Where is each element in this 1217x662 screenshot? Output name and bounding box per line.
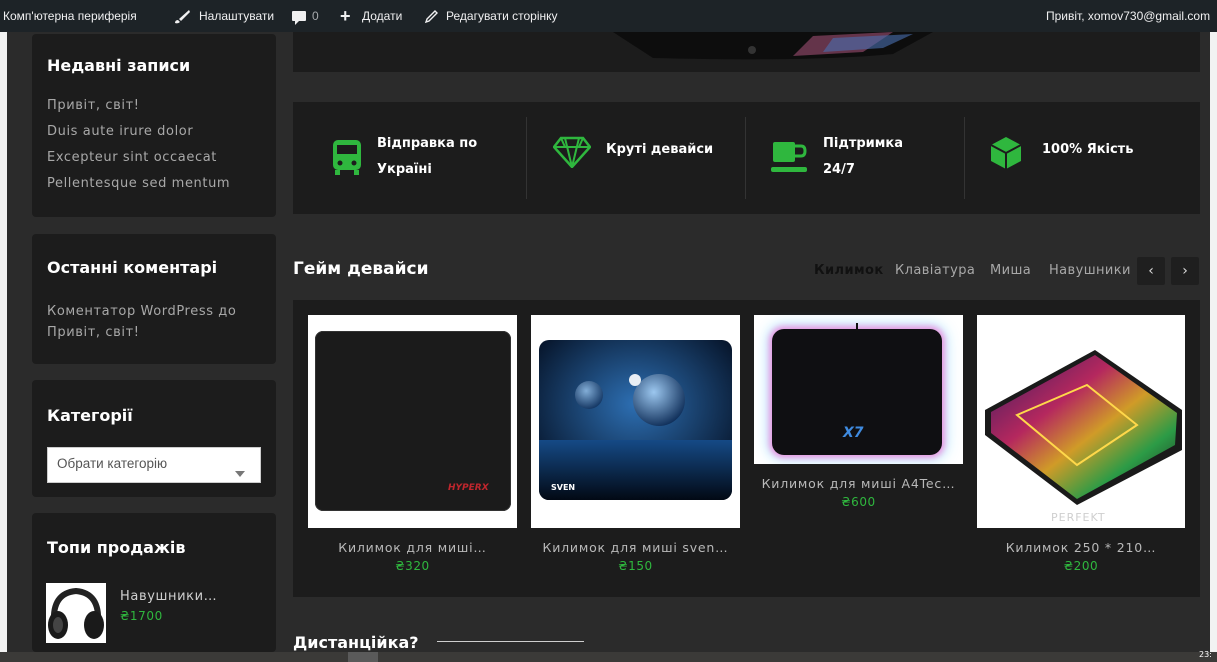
cube-icon	[990, 136, 1022, 174]
customize-link[interactable]: Налаштувати	[199, 0, 274, 32]
comments-count[interactable]: 0	[312, 0, 319, 32]
divider	[526, 117, 527, 199]
product-card[interactable]: X7 Килимок для миші A4Tec… ₴600	[754, 315, 963, 518]
product-image-x7[interactable]: X7	[754, 315, 963, 464]
account-greeting[interactable]: Привіт, xomov730@gmail.com	[1046, 0, 1210, 32]
admin-bar: Комп'ютерна периферія Налаштувати 0 + До…	[0, 0, 1217, 32]
chevron-down-icon	[235, 462, 245, 481]
categories-widget: Категорії Обрати категорію	[32, 380, 276, 497]
plus-icon[interactable]: +	[340, 0, 351, 32]
comment-author-link[interactable]: Коментатор WordPress до	[47, 304, 236, 319]
product-image-hyperx[interactable]: HYPERX	[308, 315, 517, 528]
comment-icon[interactable]	[292, 10, 306, 29]
top-sales-title: Топи продажів	[47, 538, 186, 557]
recent-comments-widget: Останні коментарі Коментатор WordPress д…	[32, 234, 276, 364]
product-card[interactable]: SVEN Килимок для миші sven… ₴150	[531, 315, 740, 582]
feature-support-line1: Підтримка	[823, 136, 904, 151]
product-price: ₴320	[395, 559, 430, 573]
tab-headphones[interactable]: Навушники	[1049, 263, 1131, 278]
product-name[interactable]: Килимок для миші sven…	[531, 540, 740, 555]
hero-banner	[293, 32, 1200, 72]
product-name[interactable]: Килимок 250 * 210…	[977, 540, 1185, 555]
product-price: ₴150	[618, 559, 653, 573]
product-info: Килимок для миші… ₴320	[308, 528, 517, 582]
os-taskbar: 23:	[0, 650, 1217, 662]
feature-shipping-line1: Відправка по	[377, 136, 478, 151]
product-info: Килимок 250 * 210… ₴200	[977, 528, 1185, 582]
brush-icon	[174, 9, 190, 28]
feature-shipping-line2: Україні	[377, 162, 432, 177]
section-title-rule	[437, 641, 584, 642]
headphones-thumbnail[interactable]	[46, 583, 106, 643]
product-image-brand: SVEN	[551, 483, 576, 492]
product-image-sven[interactable]: SVEN	[531, 315, 740, 528]
product-card[interactable]: PERFEKT Килимок 250 * 210… ₴200	[977, 315, 1185, 582]
category-select-value: Обрати категорію	[57, 456, 168, 471]
products-carousel: HYPERX Килимок для миші… ₴320 SVEN Килим…	[293, 300, 1200, 597]
product-name[interactable]: Килимок для миші…	[308, 540, 517, 555]
window-edge-left	[0, 32, 7, 662]
top-sales-widget: Топи продажів Навушники… ₴1700	[32, 513, 276, 652]
diamond-icon	[552, 136, 592, 172]
categories-title: Категорії	[47, 406, 133, 425]
feature-support-line2: 24/7	[823, 162, 855, 177]
tab-keyboard[interactable]: Клавіатура	[895, 263, 975, 278]
product-image-brand: PERFEKT	[1051, 511, 1106, 524]
tab-mousepad[interactable]: Килимок	[814, 263, 884, 278]
recent-post-link[interactable]: Excepteur sint occaecat	[47, 150, 217, 165]
recent-posts-widget: Недавні записи Привіт, світ! Duis aute i…	[32, 34, 276, 217]
product-price: ₴200	[1063, 559, 1099, 573]
coffee-cup-icon	[771, 140, 807, 178]
recent-post-link[interactable]: Pellentesque sed mentum	[47, 176, 230, 191]
carousel-next-button[interactable]: ›	[1171, 257, 1199, 285]
recent-post-link[interactable]: Duis aute irure dolor	[47, 124, 193, 139]
top-sale-price: ₴1700	[120, 609, 163, 623]
comment-post-link[interactable]: Привіт, світ!	[47, 325, 140, 340]
product-info: Килимок для миші sven… ₴150	[531, 528, 740, 582]
bus-icon	[332, 138, 362, 180]
recent-posts-title: Недавні записи	[47, 56, 191, 75]
next-section-title: Дистанційка?	[293, 633, 419, 652]
divider	[745, 117, 746, 199]
window-edge-right	[1210, 32, 1217, 662]
product-image-brand: HYPERX	[448, 483, 489, 493]
feature-devices: Круті девайси	[606, 142, 714, 157]
divider	[964, 117, 965, 199]
pencil-icon	[424, 9, 438, 28]
product-name[interactable]: Килимок для миші A4Tec…	[754, 476, 963, 491]
top-sale-name[interactable]: Навушники…	[120, 589, 217, 604]
product-image-perfekt[interactable]: PERFEKT	[977, 315, 1185, 528]
edit-page-link[interactable]: Редагувати сторінку	[446, 0, 558, 32]
carousel-prev-button[interactable]: ‹	[1137, 257, 1165, 285]
product-image-brand: X7	[843, 425, 864, 441]
add-new-link[interactable]: Додати	[362, 0, 402, 32]
taskbar-app-icon[interactable]	[348, 652, 378, 662]
features-bar: Відправка по Україні Круті девайси Підтр…	[293, 102, 1200, 214]
feature-quality: 100% Якість	[1042, 142, 1134, 157]
product-price: ₴600	[841, 495, 876, 509]
tab-mouse[interactable]: Миша	[990, 263, 1031, 278]
recent-post-link[interactable]: Привіт, світ!	[47, 98, 140, 113]
taskbar-clock: 23:	[1199, 650, 1212, 659]
product-info: Килимок для миші A4Tec… ₴600	[754, 464, 963, 518]
recent-comments-title: Останні коментарі	[47, 258, 218, 277]
section-title: Гейм девайси	[293, 259, 429, 279]
site-name-link[interactable]: Комп'ютерна периферія	[3, 0, 137, 32]
product-card[interactable]: HYPERX Килимок для миші… ₴320	[308, 315, 517, 582]
category-select[interactable]: Обрати категорію	[47, 447, 261, 483]
